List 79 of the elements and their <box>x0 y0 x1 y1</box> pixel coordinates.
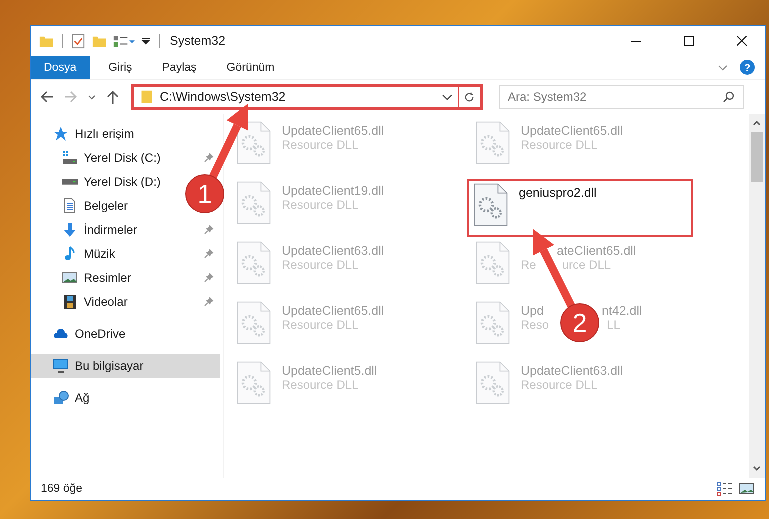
file-type: Resource DLL <box>282 378 359 392</box>
drive-icon <box>62 179 78 185</box>
view-options-icon[interactable] <box>113 34 135 48</box>
scrollbar[interactable] <box>749 114 765 478</box>
item-count: 169 öğe <box>41 483 83 495</box>
back-arrow-icon[interactable] <box>39 89 55 105</box>
minimize-icon <box>630 40 640 42</box>
file-name: Upd <box>521 304 544 318</box>
expand-ribbon-chevron-icon[interactable] <box>718 62 728 72</box>
gear-document-icon[interactable] <box>473 183 509 227</box>
step-number-badge: 2 <box>560 304 600 342</box>
details-view-icon[interactable] <box>717 481 733 497</box>
up-arrow-icon[interactable] <box>105 89 121 105</box>
file-name: UpdateClient65.dll <box>282 124 384 138</box>
refresh-icon[interactable] <box>464 92 475 102</box>
large-icons-view-icon[interactable] <box>739 481 755 497</box>
help-icon[interactable]: ? <box>740 60 755 75</box>
ribbon-tab[interactable]: Giriş <box>98 56 144 79</box>
file-name: UpdateClient5.dll <box>282 364 378 378</box>
nav-item[interactable]: İndirmeler <box>31 218 220 242</box>
nav-item[interactable]: Ağ <box>31 386 220 410</box>
file-type: LL <box>607 318 620 332</box>
step-number-badge: 1 <box>186 174 224 214</box>
file-name: UpdateClient65.dll <box>521 124 624 138</box>
scroll-up-icon[interactable] <box>752 118 762 128</box>
file-item[interactable]: geniuspro2.dll <box>467 179 693 237</box>
pin-icon[interactable] <box>204 273 214 283</box>
file-name: UpdateClient63.dll <box>282 244 384 258</box>
file-type: Resource DLL <box>282 138 359 152</box>
properties-icon[interactable] <box>71 34 86 48</box>
file-type: urce DLL <box>562 258 612 272</box>
file-name: nt42.dll <box>602 304 642 318</box>
file-name: geniuspro2.dll <box>519 186 597 200</box>
search-icon[interactable] <box>723 91 735 103</box>
nav-item[interactable]: Videolar <box>31 290 220 314</box>
scroll-down-icon[interactable] <box>752 464 762 474</box>
ribbon-tab[interactable]: Dosya <box>31 56 90 79</box>
customize-caret-icon[interactable] <box>141 36 151 46</box>
file-name: UpdateClient63.dll <box>521 364 624 378</box>
file-type: Resource DLL <box>282 258 359 272</box>
file-type: Resource DLL <box>282 198 359 212</box>
pin-icon[interactable] <box>204 297 214 307</box>
network-icon <box>53 390 69 406</box>
file-name: UpdateClient65.dll <box>282 304 384 318</box>
nav-item[interactable]: Resimler <box>31 266 220 290</box>
monitor-icon <box>53 358 69 374</box>
ribbon-tab[interactable]: Görünüm <box>216 56 286 79</box>
document-icon <box>62 198 78 214</box>
file-name: UpdateClient19.dll <box>282 184 384 198</box>
drive-icon <box>62 150 78 166</box>
nav-item[interactable]: Yerel Disk (C:) <box>31 146 220 170</box>
file-type: Re <box>521 258 536 272</box>
folder-icon <box>140 89 154 105</box>
nav-item[interactable]: OneDrive <box>31 322 220 346</box>
picture-icon <box>62 270 78 286</box>
pin-icon[interactable] <box>204 225 214 235</box>
file-type: Reso <box>521 318 550 332</box>
maximize-icon <box>684 36 694 46</box>
film-icon <box>62 294 78 310</box>
star-icon <box>53 126 69 142</box>
pin-icon[interactable] <box>204 153 214 163</box>
forward-arrow-icon[interactable] <box>63 89 79 105</box>
scrollbar-thumb[interactable] <box>751 132 763 182</box>
nav-item[interactable]: Belgeler <box>31 194 134 218</box>
file-name: ateClient65.dll <box>557 244 636 258</box>
search-field[interactable]: Ara: System32 <box>499 85 744 109</box>
pin-icon[interactable] <box>204 249 214 259</box>
file-type: Resource DLL <box>521 378 598 392</box>
address-bar[interactable]: C:\Windows\System32 <box>131 84 483 110</box>
nav-item[interactable]: Hızlı erişim <box>31 122 220 146</box>
close-icon <box>736 36 746 46</box>
window-title: System32 <box>170 34 226 48</box>
file-type: Resource DLL <box>282 318 359 332</box>
download-icon <box>62 222 78 238</box>
nav-item[interactable]: Müzik <box>31 242 220 266</box>
nav-item[interactable]: Yerel Disk (D:) <box>31 170 167 194</box>
file-type: Resource DLL <box>521 138 598 152</box>
nav-item[interactable]: Bu bilgisayar <box>31 354 220 378</box>
ribbon-tab[interactable]: Paylaş <box>151 56 208 79</box>
